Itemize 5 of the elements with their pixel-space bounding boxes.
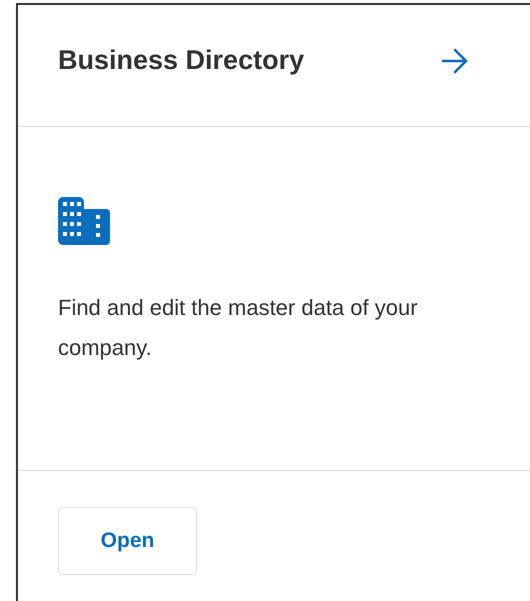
- card-title: Business Directory: [58, 45, 306, 76]
- card-description: Find and edit the master data of your company.: [58, 294, 419, 362]
- open-button[interactable]: Open: [58, 507, 197, 575]
- arrow-right-icon[interactable]: [441, 48, 469, 74]
- building-icon: [58, 197, 110, 245]
